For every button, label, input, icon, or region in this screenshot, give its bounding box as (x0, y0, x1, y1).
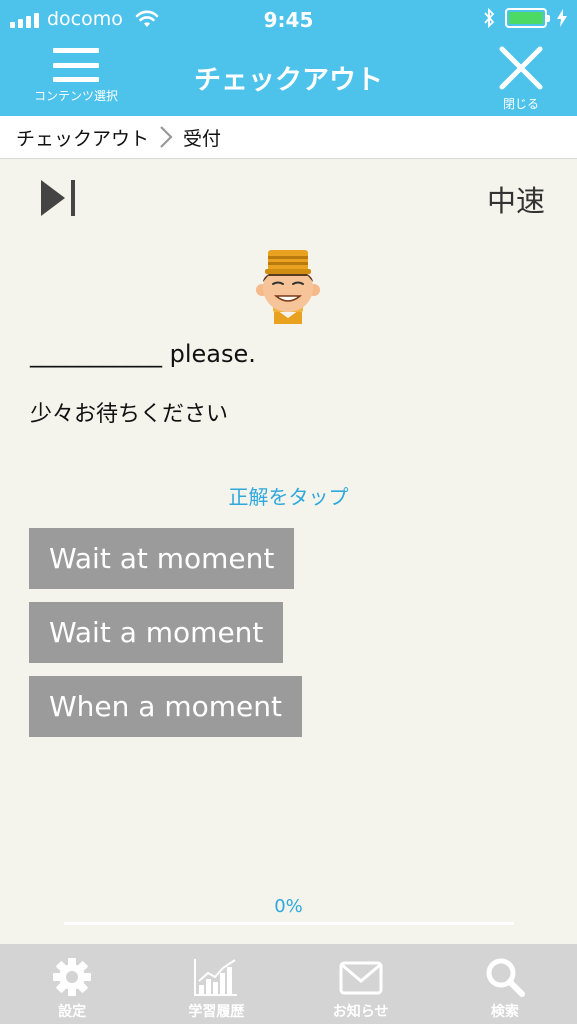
answer-option-3[interactable]: When a moment (29, 676, 302, 737)
battery-icon (505, 8, 550, 28)
hamburger-icon (53, 48, 99, 82)
bellhop-mascot-icon (256, 250, 320, 324)
tab-notices[interactable]: お知らせ (289, 944, 433, 1024)
charging-icon (557, 9, 567, 27)
play-next-button[interactable] (40, 178, 80, 218)
tap-instruction: 正解をタップ (228, 485, 349, 509)
status-bar-left: docomo (10, 8, 159, 30)
answer-option-2[interactable]: Wait a moment (29, 602, 284, 663)
breadcrumb: チェックアウト 受付 (0, 116, 577, 159)
search-icon (486, 958, 525, 997)
question-translation: 少々お待ちください (30, 402, 229, 427)
progress-label: 0% (274, 896, 303, 917)
contents-select-label: コンテンツ選択 (33, 89, 118, 103)
question-sentence: ___________ please. (30, 340, 256, 368)
speed-toggle[interactable]: 中速 (487, 178, 545, 220)
tab-bar: 設定 学習履歴 お知らせ 検索 (0, 944, 577, 1024)
tab-history[interactable]: 学習履歴 (144, 944, 288, 1024)
chevron-right-icon (159, 125, 173, 149)
close-icon (499, 46, 543, 90)
status-bar-right (483, 8, 567, 28)
tab-search-label: 検索 (490, 1004, 519, 1020)
tab-search[interactable]: 検索 (433, 944, 577, 1024)
envelope-icon (339, 961, 383, 995)
progress-bar (64, 922, 514, 925)
tab-notices-label: お知らせ (332, 1004, 389, 1020)
contents-select-button[interactable]: コンテンツ選択 (20, 44, 132, 112)
bluetooth-icon (484, 8, 495, 28)
answer-option-1[interactable]: Wait at moment (29, 528, 295, 589)
tab-settings-label: 設定 (58, 1004, 87, 1020)
wifi-icon (135, 10, 159, 27)
tab-settings[interactable]: 設定 (0, 944, 144, 1024)
gear-icon (53, 958, 92, 996)
tab-history-label: 学習履歴 (188, 1004, 245, 1020)
status-bar: docomo 9:45 (0, 0, 577, 40)
play-next-icon (41, 180, 75, 216)
signal-icon (10, 10, 39, 28)
breadcrumb-item-checkout[interactable]: チェックアウト (16, 124, 149, 151)
close-button[interactable]: 閉じる (493, 44, 549, 112)
nav-bar: コンテンツ選択 チェックアウト 閉じる (0, 40, 577, 116)
carrier-name: docomo (47, 8, 123, 30)
breadcrumb-item-reception: 受付 (183, 127, 222, 150)
close-label: 閉じる (502, 97, 539, 111)
chart-icon (194, 959, 238, 996)
